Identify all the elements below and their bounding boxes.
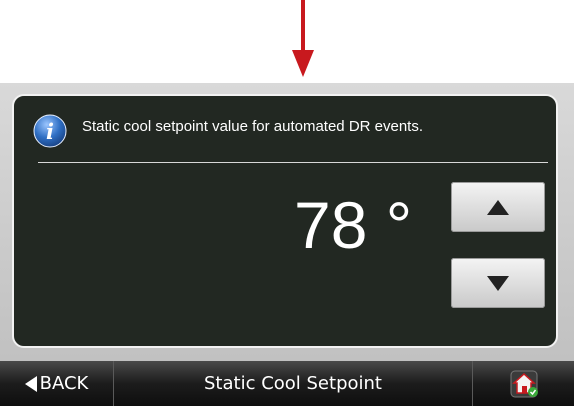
back-button[interactable]: BACK xyxy=(0,361,114,406)
increase-button[interactable] xyxy=(451,182,545,232)
decrease-button[interactable] xyxy=(451,258,545,308)
pointer-arrow-icon xyxy=(292,0,314,77)
screen-title: Static Cool Setpoint xyxy=(114,361,473,406)
divider xyxy=(38,162,548,163)
setpoint-value: 78 ° xyxy=(294,188,413,262)
back-arrow-icon xyxy=(24,375,37,392)
svg-text:i: i xyxy=(46,119,54,144)
info-icon: i xyxy=(33,114,67,148)
back-label: BACK xyxy=(39,373,89,394)
triangle-up-icon xyxy=(487,199,509,215)
thermostat-screen: i Static cool setpoint value for automat… xyxy=(0,83,574,406)
home-button[interactable] xyxy=(473,361,574,406)
triangle-down-icon xyxy=(487,275,509,291)
info-message: Static cool setpoint value for automated… xyxy=(82,118,424,135)
home-icon xyxy=(510,370,538,397)
page: i Static cool setpoint value for automat… xyxy=(0,0,574,406)
bottom-nav-bar: BACK Static Cool Setpoint xyxy=(0,361,574,406)
setpoint-panel: i Static cool setpoint value for automat… xyxy=(12,94,558,348)
